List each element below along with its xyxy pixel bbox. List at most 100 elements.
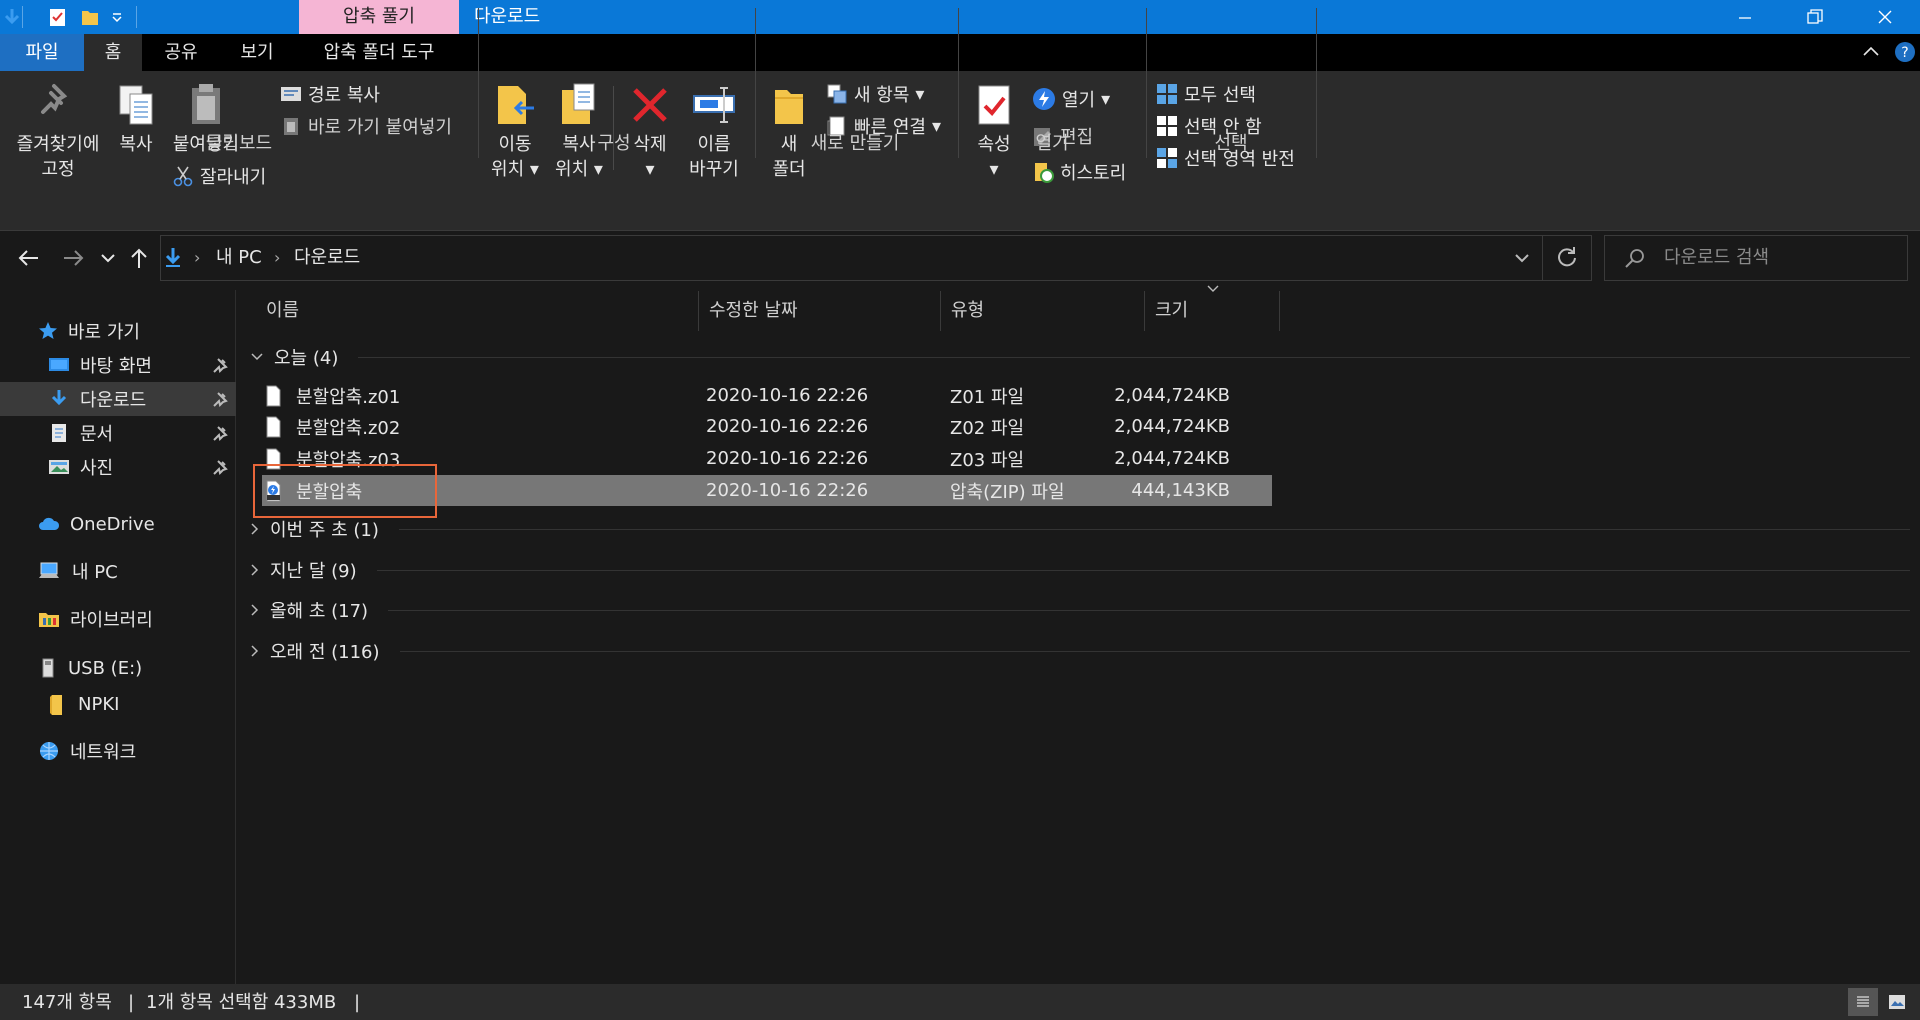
new-folder-icon [762,82,816,132]
status-item-count: 147개 항목 [22,992,112,1013]
nav-npki-folder[interactable]: NPKI [48,687,119,721]
open-icon [1033,88,1055,110]
file-size: 2,044,724KB [1114,448,1230,469]
status-separator: | [128,992,135,1013]
new-item-label: 새 항목 [854,85,910,106]
nav-network[interactable]: 네트워크 [38,734,136,768]
large-icons-view-button[interactable] [1882,988,1912,1016]
nav-item-documents[interactable]: 문서 [0,416,236,450]
group-label: 오래 전 (116) [270,642,380,663]
cut-button[interactable]: 잘라내기 [172,161,266,191]
move-to-icon [486,82,544,132]
properties-dropdown-arrow: ▾ [989,159,999,180]
select-all-icon [1157,84,1177,104]
collapse-ribbon-chevron-icon[interactable] [1862,44,1880,58]
collapsed-chevron-icon [251,564,259,576]
tab-home[interactable]: 홈 [84,34,142,71]
group-divider [399,650,1910,652]
group-label: 지난 달 (9) [270,561,357,582]
close-icon [1878,10,1892,24]
file-type: Z02 파일 [950,417,1025,439]
nav-item-desktop[interactable]: 바탕 화면 [0,348,236,382]
customize-qat-icon[interactable] [110,10,124,24]
details-view-button[interactable] [1848,988,1878,1016]
nav-item-downloads[interactable]: 다운로드 [0,382,236,416]
new-item-icon [827,84,847,104]
group-header-today[interactable]: 오늘 (4) [250,342,1910,372]
address-history-chevron-icon[interactable] [1514,250,1530,266]
delete-dropdown-arrow: ▾ [645,159,655,180]
collapsed-chevron-icon [251,645,259,657]
restore-button[interactable] [1780,0,1850,34]
column-header-type[interactable]: 유형 [941,291,1145,331]
forward-arrow-icon[interactable] [62,246,86,270]
file-date: 2020-10-16 22:26 [706,416,869,437]
history-button[interactable]: 히스토리 [1032,157,1126,187]
sort-descending-chevron-icon [1206,284,1220,294]
nav-this-pc[interactable]: 내 PC [38,554,118,588]
group-header-this-week[interactable]: 이번 주 초 (1) [250,514,1910,544]
breadcrumb-downloads[interactable]: 다운로드 [294,246,360,270]
select-all-button[interactable]: 모두 선택 [1156,79,1256,109]
context-tab-extract[interactable]: 압축 풀기 [299,0,459,34]
breadcrumb-this-pc[interactable]: 내 PC [216,246,262,270]
paste-icon [170,82,242,132]
group-divider [358,356,1910,358]
nav-usb-drive[interactable]: USB (E:) [38,651,142,685]
back-arrow-icon[interactable] [16,246,40,270]
open-button[interactable]: 열기 ▾ [1032,84,1110,114]
address-bar[interactable] [160,235,1592,281]
group-label: 오늘 (4) [274,348,339,369]
pictures-icon [49,460,69,474]
minimize-button[interactable] [1710,0,1780,34]
new-item-button[interactable]: 새 항목 ▾ [826,79,924,109]
file-row[interactable]: 분할압축.z02 2020-10-16 22:26 Z02 파일 2,044,7… [262,411,1272,442]
group-label-clipboard: 클립보드 [205,133,273,154]
recent-locations-chevron-icon[interactable] [100,250,116,266]
file-size: 2,044,724KB [1114,385,1230,406]
refresh-icon[interactable] [1556,246,1578,268]
group-header-this-year[interactable]: 올해 초 (17) [250,595,1910,625]
help-icon[interactable]: ? [1894,41,1916,63]
file-size: 444,143KB [1131,480,1230,501]
file-row[interactable]: 분할압축.z01 2020-10-16 22:26 Z01 파일 2,044,7… [262,380,1272,411]
column-header-size[interactable]: 크기 [1145,291,1280,331]
nav-onedrive[interactable]: OneDrive [38,507,155,541]
column-header-name[interactable]: 이름 [256,291,699,331]
nav-libraries-label: 라이브러리 [70,610,153,631]
group-divider [398,528,1910,530]
nav-npki-label: NPKI [78,693,120,715]
copy-icon [110,82,162,132]
tab-view[interactable]: 보기 [232,34,282,71]
breadcrumb-chevron-icon[interactable]: › [194,246,200,270]
restore-icon [1807,9,1823,24]
tab-compressed-folder-tools[interactable]: 압축 폴더 도구 [307,34,451,71]
quick-access-down-icon[interactable] [4,7,20,27]
desktop-icon [49,358,69,371]
ribbon-separator [1316,8,1317,158]
group-label-select: 선택 [1214,133,1248,154]
up-arrow-icon[interactable] [128,246,150,270]
properties-qat-icon[interactable] [48,7,68,27]
column-header-modified[interactable]: 수정한 날짜 [699,291,941,331]
group-label-open: 열기 [1035,133,1069,154]
breadcrumb-chevron-icon[interactable]: › [274,246,280,270]
nav-quick-access[interactable]: 바로 가기 [0,314,236,348]
nav-item-pictures[interactable]: 사진 [0,450,236,484]
group-header-long-ago[interactable]: 오래 전 (116) [250,636,1910,666]
copy-path-button[interactable]: 경로 복사 [280,79,380,109]
document-icon [52,424,66,442]
open-dropdown-arrow: ▾ [1101,88,1111,110]
tab-file[interactable]: 파일 [0,34,84,71]
new-item-dropdown-arrow: ▾ [915,83,925,105]
tab-share[interactable]: 공유 [156,34,206,71]
new-folder-qat-icon[interactable] [80,7,100,27]
file-date: 2020-10-16 22:26 [706,480,869,501]
close-button[interactable] [1850,0,1920,34]
group-header-last-month[interactable]: 지난 달 (9) [250,555,1910,585]
file-size: 2,044,724KB [1114,416,1230,437]
properties-icon [966,82,1022,132]
nav-libraries[interactable]: 라이브러리 [38,602,153,636]
nav-item-label: 다운로드 [80,390,147,411]
new-folder-label-line2: 폴더 [772,159,806,180]
